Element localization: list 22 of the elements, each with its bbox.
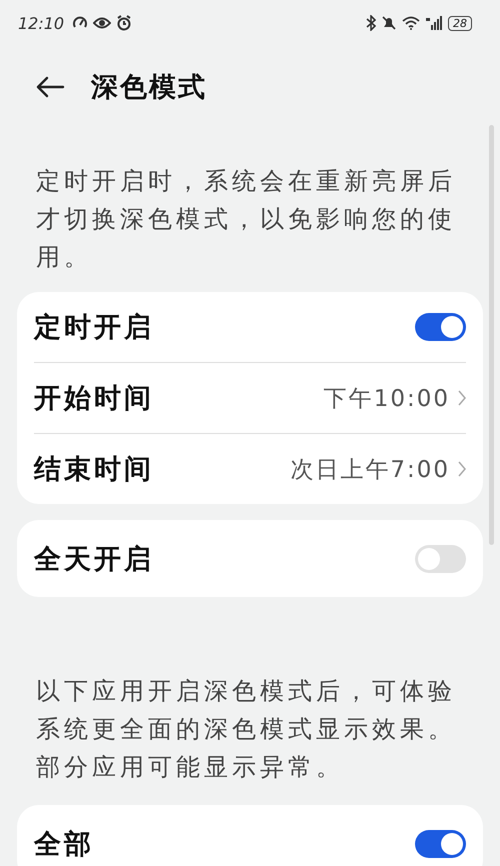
toggle-switch[interactable] — [415, 544, 466, 572]
setting-label: 开始时间 — [34, 382, 155, 416]
setting-value: 次日上午7:00 — [290, 456, 450, 484]
bluetooth-icon — [366, 15, 376, 31]
setting-label: 全天开启 — [34, 542, 155, 576]
toggle-switch[interactable] — [415, 313, 466, 341]
wifi-icon — [402, 16, 420, 30]
battery-indicator: 28 — [448, 16, 472, 30]
page-title: 深色模式 — [91, 71, 207, 105]
description-text: 以下应用开启深色模式后，可体验系统更全面的深色模式显示效果。部分应用可能显示异常。 — [35, 676, 457, 783]
setting-label: 全部 — [34, 828, 95, 862]
eye-icon — [93, 16, 112, 30]
setting-label: 结束时间 — [34, 453, 155, 487]
setting-value: 下午10:00 — [324, 384, 450, 414]
setting-label: 定时开启 — [34, 311, 155, 345]
status-time: 12:10 — [18, 14, 64, 32]
signal-icon — [425, 16, 443, 30]
back-icon[interactable] — [35, 75, 65, 99]
alarm-icon — [116, 15, 132, 31]
muted-bell-icon — [381, 15, 397, 31]
toggle-switch[interactable] — [415, 830, 466, 858]
description-text: 定时开启时，系统会在重新亮屏后才切换深色模式，以免影响您的使用。 — [35, 166, 457, 273]
